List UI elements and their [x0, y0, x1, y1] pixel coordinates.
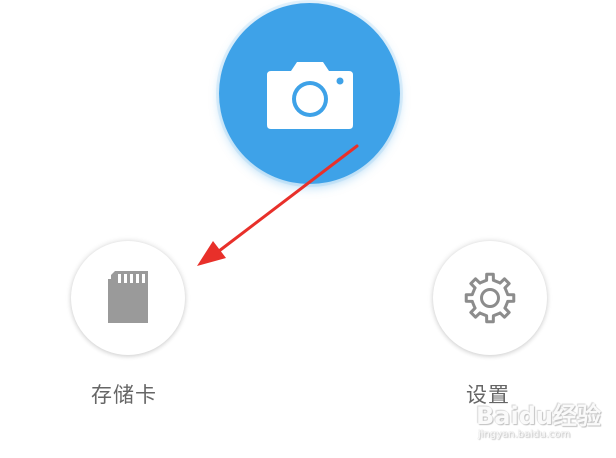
- camera-icon: [267, 62, 353, 129]
- baidu-watermark: Baidu经验 jingyan.baidu.com: [468, 390, 608, 450]
- settings-button[interactable]: [433, 241, 547, 355]
- storage-button[interactable]: [71, 241, 185, 355]
- watermark-url: jingyan.baidu.com: [478, 429, 571, 440]
- camera-button[interactable]: [219, 3, 400, 184]
- sd-card-icon: [108, 271, 148, 323]
- storage-label: 存储卡: [91, 383, 157, 407]
- watermark-logo-text: Baidu经验: [476, 402, 601, 430]
- gear-icon: [464, 272, 516, 324]
